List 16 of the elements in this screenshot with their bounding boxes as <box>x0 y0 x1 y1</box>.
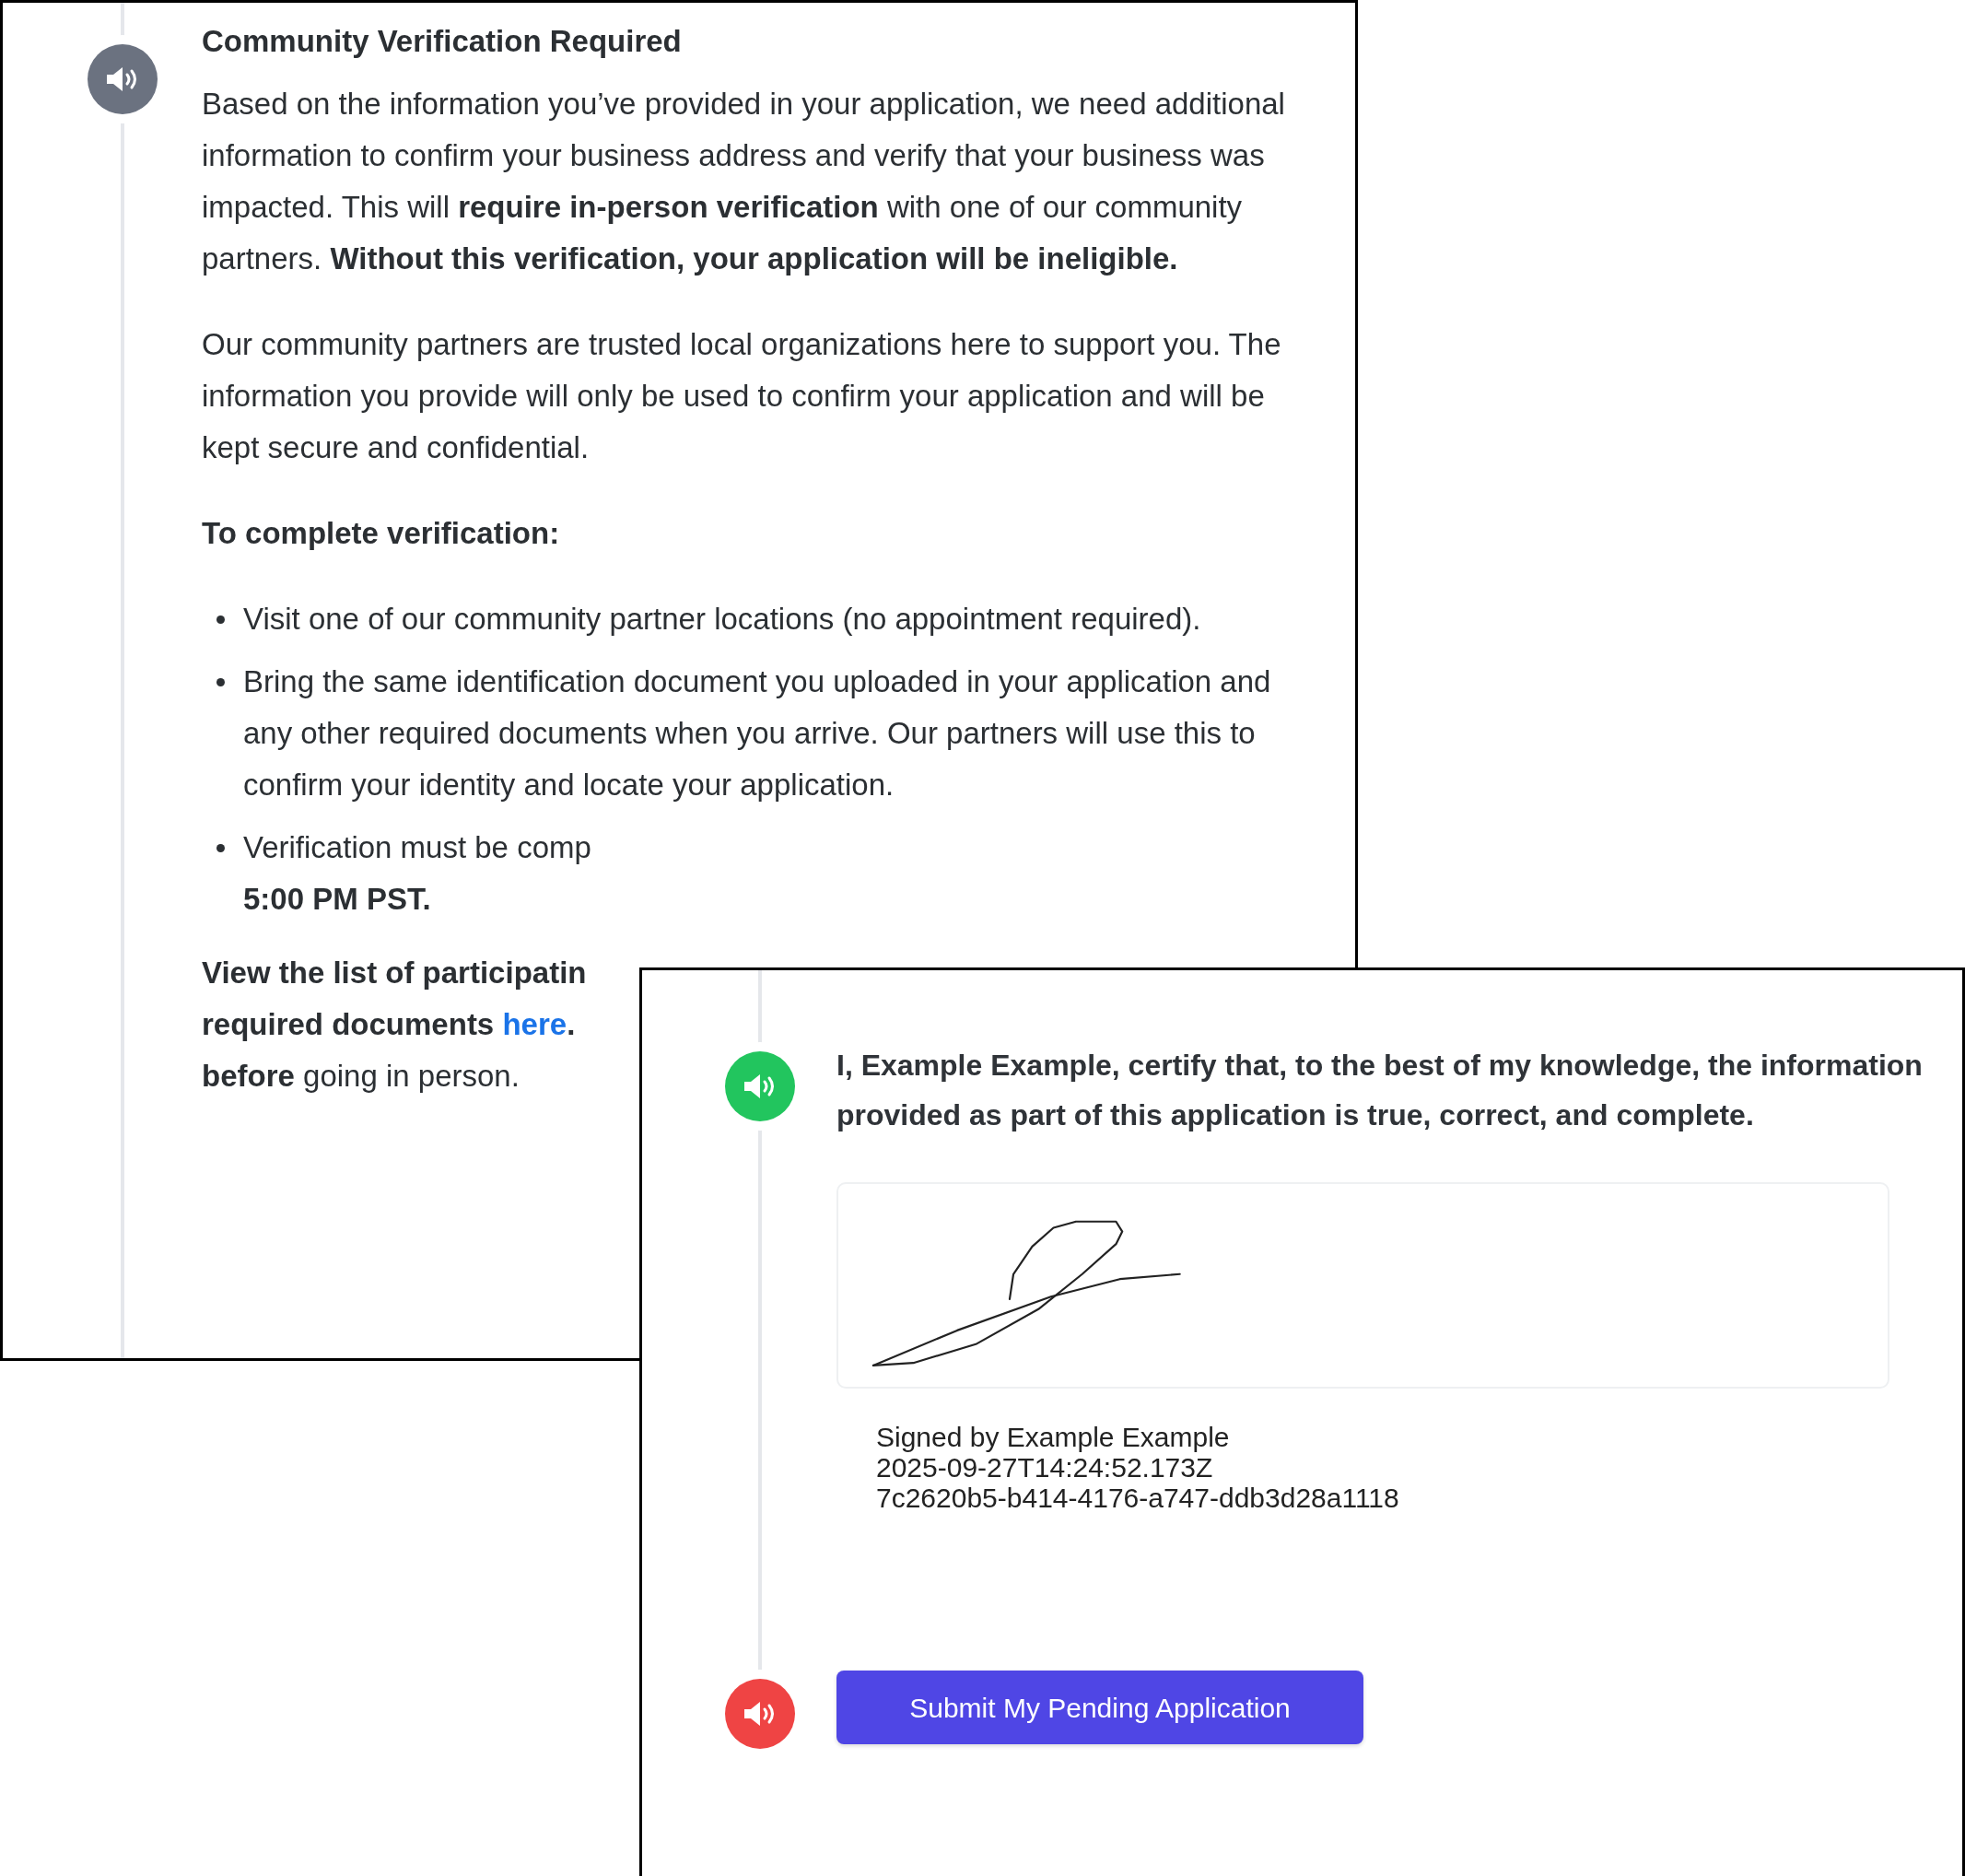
signature-signer: Signed by Example Example <box>876 1422 1231 1452</box>
submit-button[interactable]: Submit My Pending Application <box>836 1671 1363 1744</box>
list-item-text: Bring the same identification document you uploaded in your application and any other required documents when you arrive. Our partners will use this to confirm your identity and locate your application. <box>243 663 1272 803</box>
paragraph: Our community partners are trusted local organizations here to support you. The information you provide will only be used to confirm your application and will be kept secure and confidential. <box>202 326 1282 466</box>
bullet-dot <box>216 616 225 624</box>
section-title: Community Verification Required <box>202 23 683 60</box>
here-link[interactable]: here <box>502 1007 567 1041</box>
signature-id: 7c2620b5-b414-4176-a747-ddb3d28a1118 <box>876 1483 1400 1513</box>
subheading: To complete verification: <box>202 515 561 552</box>
paragraph: Based on the information you’ve provided in your application, we need additional information to confirm your business address and verify that your business was impacted. This will require in-person verification with one of our community partners. Without this verification, your application will be ineligible. <box>202 86 1286 277</box>
certification-statement: I, Example Example, certify that, to the best of my knowledge, the information provided as part of this application is true, correct, and complete. <box>836 1048 1924 1133</box>
list-item-text: Visit one of our community partner locations (no appointment required). <box>243 601 1202 638</box>
list-item-text: Verification must be comp 5:00 PM PST. <box>243 829 592 918</box>
bullet-dot <box>216 678 225 686</box>
bullet-dot <box>216 844 225 852</box>
signature-timestamp: 2025-09-27T14:24:52.173Z <box>876 1452 1214 1483</box>
